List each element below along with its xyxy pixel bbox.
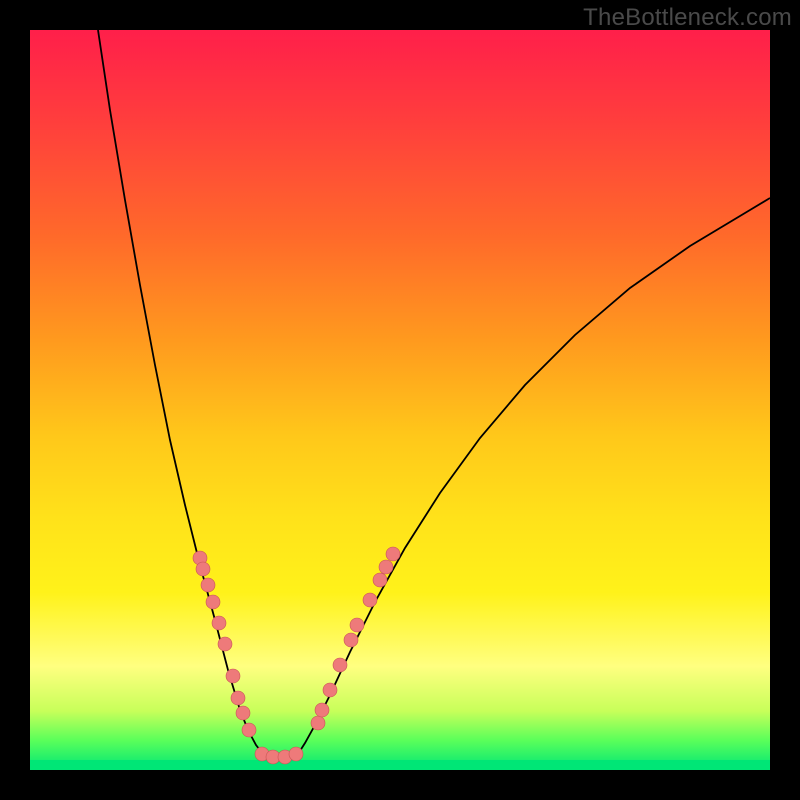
data-dot <box>231 691 245 705</box>
data-dot <box>196 562 210 576</box>
data-dot <box>386 547 400 561</box>
data-dot <box>350 618 364 632</box>
stage: TheBottleneck.com <box>0 0 800 800</box>
data-dot <box>344 633 358 647</box>
data-dot <box>289 747 303 761</box>
chart-overlay <box>30 30 770 770</box>
watermark-text: TheBottleneck.com <box>583 4 792 32</box>
data-dot <box>226 669 240 683</box>
data-dot <box>373 573 387 587</box>
bottom-beads <box>255 747 303 764</box>
data-dot <box>212 616 226 630</box>
data-dot <box>201 578 215 592</box>
curve-right-branch <box>298 198 770 754</box>
plot-area <box>30 30 770 770</box>
data-dot <box>363 593 377 607</box>
data-dot <box>323 683 337 697</box>
data-dot <box>311 716 325 730</box>
data-dot <box>379 560 393 574</box>
data-dot <box>236 706 250 720</box>
data-dot <box>242 723 256 737</box>
dots-left-cluster <box>193 551 256 737</box>
curve-left-branch <box>98 30 263 754</box>
dots-right-cluster <box>311 547 400 730</box>
data-dot <box>206 595 220 609</box>
data-dot <box>218 637 232 651</box>
data-dot <box>333 658 347 672</box>
data-dot <box>315 703 329 717</box>
